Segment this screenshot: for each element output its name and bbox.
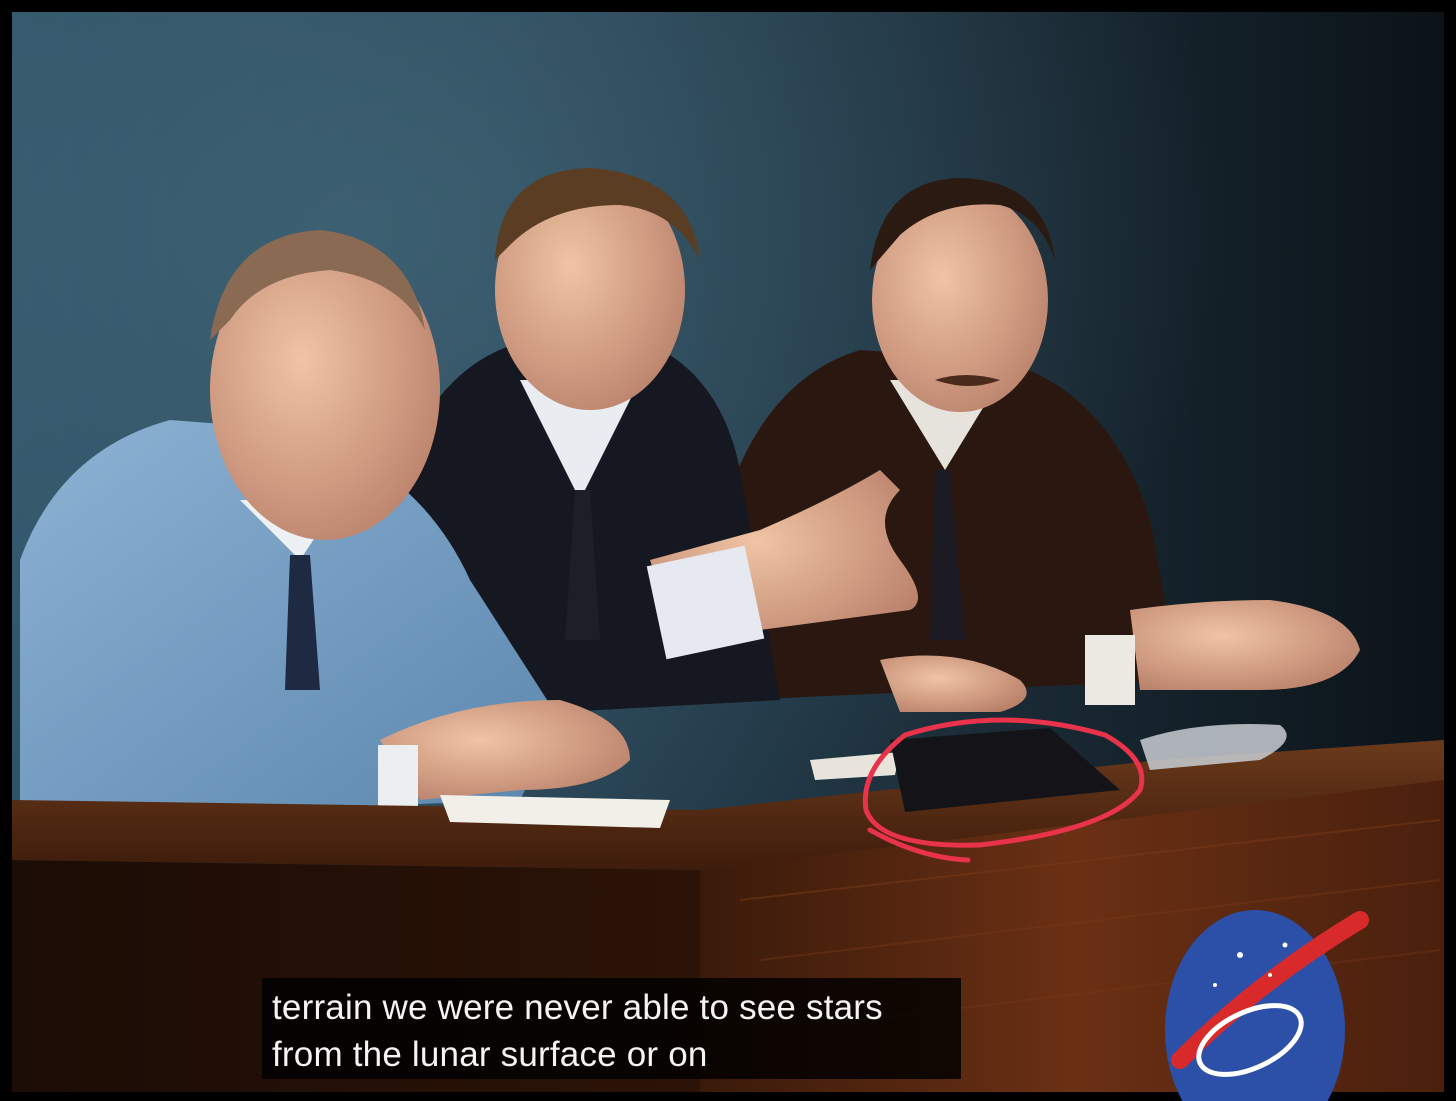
subtitle-box: terrain we were never able to see stars … (262, 978, 961, 1079)
video-frame: terrain we were never able to see stars … (0, 0, 1456, 1101)
subtitle-line-1: terrain we were never able to see stars (272, 988, 883, 1027)
press-conference-scene (0, 0, 1456, 1101)
subtitle-line-2: from the lunar surface or on (272, 1035, 708, 1074)
